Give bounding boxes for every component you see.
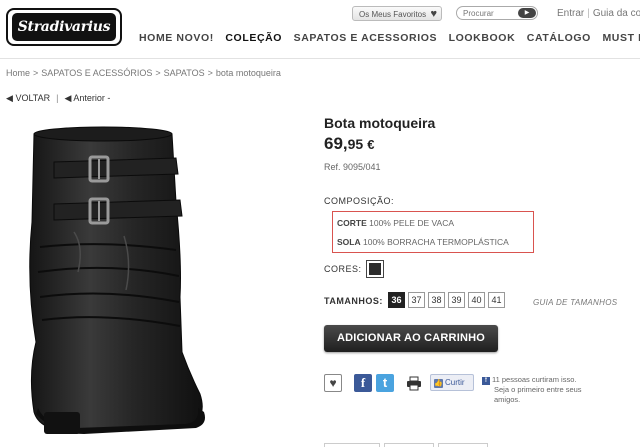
- add-to-cart-button[interactable]: ADICIONAR AO CARRINHO: [324, 325, 498, 352]
- fb-friends-text-2: amigos.: [494, 395, 521, 404]
- breadcrumb-sapatos[interactable]: SAPATOS: [164, 68, 205, 78]
- heart-icon[interactable]: ♥: [324, 374, 342, 392]
- back-navigation: ◀ VOLTAR | ◀ Anterior -: [6, 93, 110, 104]
- favorites-label: Os Meus Favoritos: [359, 10, 427, 19]
- size-option[interactable]: 41: [488, 292, 505, 308]
- divider: |: [587, 8, 590, 19]
- nav-item-sapatos[interactable]: SAPATOS E ACESSORIOS: [294, 32, 437, 44]
- back-label: VOLTAR: [15, 93, 51, 103]
- nav-item-catalogo[interactable]: CATÁLOGO: [527, 32, 591, 44]
- breadcrumb-sapatos-acessorios[interactable]: SAPATOS E ACESSÓRIOS: [41, 68, 152, 78]
- price-integer: 69,: [324, 134, 348, 153]
- tab-stub: [324, 443, 380, 447]
- favorites-button[interactable]: Os Meus Favoritos ♥: [352, 6, 442, 21]
- colors-label: CORES:: [324, 264, 362, 274]
- header-divider: [0, 58, 640, 59]
- divider: |: [56, 93, 59, 103]
- print-icon[interactable]: [406, 376, 422, 391]
- color-swatch-fill: [369, 263, 381, 275]
- search-input[interactable]: Procurar ▶: [456, 6, 538, 20]
- tab-stub: [438, 443, 488, 447]
- product-title: Bota motoqueira: [324, 115, 436, 131]
- product-price: 69,95 €: [324, 134, 374, 154]
- nav-item-must-have[interactable]: MUST HAVE: [602, 32, 640, 44]
- heart-icon: ♥: [430, 8, 437, 20]
- composition-part: SOLA: [337, 237, 361, 247]
- facebook-icon: f: [482, 377, 490, 385]
- back-button[interactable]: ◀ VOLTAR: [6, 93, 50, 103]
- price-decimal: 95: [347, 136, 364, 152]
- breadcrumb-separator: >: [33, 68, 39, 78]
- facebook-icon[interactable]: f: [354, 374, 372, 392]
- product-image[interactable]: [14, 112, 210, 447]
- facebook-like-button[interactable]: 👍 Curtir: [430, 374, 474, 391]
- size-guide-link[interactable]: GUIA DE TAMANHOS: [533, 298, 617, 307]
- logo-text: Stradivarius: [12, 13, 116, 41]
- fb-friends-text: Seja o primeiro entre seus: [494, 385, 582, 394]
- size-option[interactable]: 38: [428, 292, 445, 308]
- left-arrow-icon: ◀: [64, 93, 72, 103]
- stradivarius-logo[interactable]: Stradivarius: [6, 8, 122, 46]
- size-option[interactable]: 40: [468, 292, 485, 308]
- sizes-label: TAMANHOS:: [324, 296, 383, 306]
- fb-count-text: 11 pessoas curtiram isso.: [492, 375, 577, 384]
- breadcrumb-home[interactable]: Home: [6, 68, 30, 78]
- facebook-like-text: f 11 pessoas curtiram isso. Seja o primei…: [482, 375, 632, 405]
- tab-stub: [384, 443, 434, 447]
- composition-material: 100% PELE DE VACA: [369, 218, 455, 228]
- breadcrumb-separator: >: [207, 68, 213, 78]
- breadcrumb-current: bota motoqueira: [215, 68, 281, 78]
- thumbs-up-icon: 👍: [434, 379, 443, 388]
- twitter-icon[interactable]: t: [376, 374, 394, 392]
- composition-label: COMPOSIÇÃO:: [324, 196, 395, 206]
- main-nav: HOME NOVO! COLEÇÃO SAPATOS E ACESSORIOS …: [139, 32, 640, 44]
- top-links: Entrar | Guia da co: [557, 8, 640, 19]
- size-option[interactable]: 36: [388, 292, 405, 308]
- composition-box: CORTE 100% PELE DE VACA SOLA 100% BORRAC…: [332, 211, 534, 253]
- composition-part: CORTE: [337, 218, 367, 228]
- composition-material: 100% BORRACHA TERMOPLÁSTICA: [363, 237, 509, 247]
- composition-row: SOLA 100% BORRACHA TERMOPLÁSTICA: [337, 237, 509, 247]
- search-arrow-icon[interactable]: ▶: [518, 8, 536, 18]
- like-label: Curtir: [445, 378, 465, 387]
- breadcrumb: Home > SAPATOS E ACESSÓRIOS > SAPATOS > bota m…: [6, 68, 281, 78]
- login-link[interactable]: Entrar: [557, 8, 584, 19]
- left-arrow-icon: ◀: [6, 93, 13, 103]
- guide-link[interactable]: Guia da co: [593, 8, 640, 19]
- nav-item-home[interactable]: HOME NOVO!: [139, 32, 214, 44]
- product-reference: Ref. 9095/041: [324, 162, 381, 172]
- previous-button[interactable]: ◀ Anterior -: [64, 93, 110, 103]
- previous-label: Anterior -: [73, 93, 111, 103]
- color-swatch[interactable]: [366, 260, 384, 278]
- price-currency: €: [367, 137, 375, 152]
- search-placeholder: Procurar: [463, 9, 494, 18]
- size-option[interactable]: 39: [448, 292, 465, 308]
- nav-item-colecao[interactable]: COLEÇÃO: [225, 32, 282, 44]
- nav-item-lookbook[interactable]: LOOKBOOK: [449, 32, 516, 44]
- breadcrumb-separator: >: [155, 68, 161, 78]
- size-selector: 36 37 38 39 40 41: [388, 292, 505, 308]
- size-option[interactable]: 37: [408, 292, 425, 308]
- composition-row: CORTE 100% PELE DE VACA: [337, 218, 454, 228]
- bottom-tabs: [324, 443, 634, 447]
